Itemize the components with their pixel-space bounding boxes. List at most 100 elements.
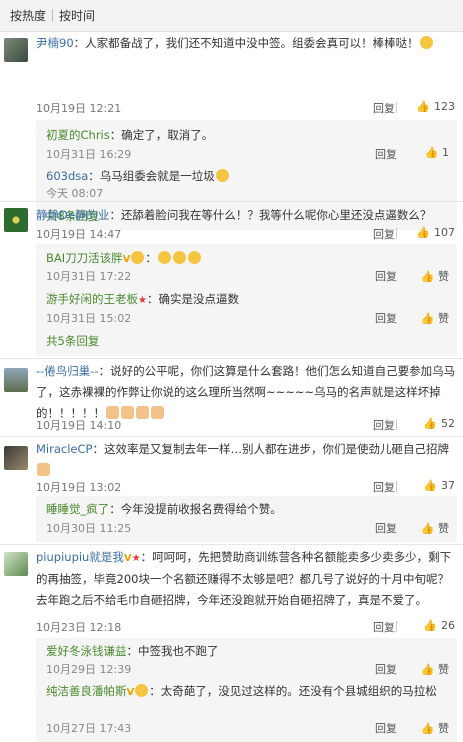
thumb-up-icon: 👍 (423, 479, 437, 492)
comment-username[interactable]: MiracleCP (36, 442, 92, 456)
reply-button[interactable]: 回复 (373, 226, 395, 242)
reply-box: 爱好冬泳钱谦益：中签我也不跑了 10月29日 12:39 回复 👍 赞 纯洁善良… (36, 638, 457, 742)
comment-username[interactable]: 静静De静的业 (36, 208, 109, 222)
emoji-icon (135, 684, 149, 697)
comment-text: ：说好的公平呢，你们这算是什么套路！他们怎么知道自己要参加乌马了，这赤裸裸的作弊… (36, 364, 456, 420)
sub-reply-text: ：太奇葩了，没见过这样的。还没有个县城组织的马拉松 (149, 684, 437, 698)
sub-reply: 603dsa：乌马组委会就是一垃圾 (46, 167, 449, 185)
comment-username[interactable]: 尹楠90 (36, 36, 74, 50)
sub-like-label: 赞 (438, 312, 449, 325)
divider (0, 544, 463, 545)
avatar[interactable] (4, 552, 28, 576)
sub-like-label: 赞 (438, 663, 449, 676)
v-badge-icon: V (122, 254, 131, 265)
tab-by-hot[interactable]: 按热度 (4, 7, 52, 24)
sub-like-label: 赞 (438, 522, 449, 535)
thumb-up-icon: 👍 (423, 417, 437, 430)
like-button[interactable]: 👍 52 (399, 417, 455, 430)
sub-reply-time: 10月31日 16:29 (46, 148, 132, 161)
sub-like-button[interactable]: 👍 赞 (421, 661, 449, 677)
sub-reply-text: ：确定了，取消了。 (109, 128, 214, 142)
avatar[interactable] (4, 38, 28, 62)
reply-button[interactable]: 回复 (373, 100, 395, 116)
like-button[interactable]: 👍 26 (399, 619, 455, 632)
sub-reply-username[interactable]: 睡睡觉_疯了 (46, 502, 109, 516)
sub-reply-time: 10月30日 11:25 (46, 522, 132, 535)
sub-reply-button[interactable]: 回复 (375, 268, 397, 284)
sub-like-button[interactable]: 👍 1 (425, 146, 449, 159)
like-button[interactable]: 👍 107 (399, 226, 455, 239)
reply-box: BAI刀刀活该胖V ： 10月31日 17:22 回复 👍 赞 游手好闲的王老板★… (36, 244, 457, 356)
sub-like-button[interactable]: 👍 赞 (421, 310, 449, 326)
sub-reply-username[interactable]: 603dsa (46, 169, 88, 183)
divider (0, 358, 463, 359)
sub-like-label: 赞 (438, 722, 449, 735)
sub-reply-text: ：中签我也不跑了 (126, 644, 219, 658)
sub-reply-time: 10月31日 17:22 (46, 270, 132, 283)
sub-reply: 纯洁善良潘帕斯V ：太奇葩了，没见过这样的。还没有个县城组织的马拉松 (46, 682, 449, 702)
more-replies-link[interactable]: 共5条回复 (46, 333, 99, 349)
comment-time: 10月19日 14:10 (36, 419, 122, 432)
sub-reply-button[interactable]: 回复 (375, 310, 397, 326)
comment-username[interactable]: --倦鸟归巢-- (36, 364, 99, 378)
divider (396, 481, 397, 492)
sub-reply-time: 今天 08:07 (46, 187, 104, 200)
like-count: 123 (434, 100, 455, 113)
divider (396, 228, 397, 239)
sub-reply-button[interactable]: 回复 (375, 720, 397, 736)
sub-reply-button[interactable]: 回复 (375, 661, 397, 677)
thumb-up-icon: 👍 (416, 226, 430, 239)
sub-reply-text: ： (145, 251, 157, 265)
avatar[interactable] (4, 368, 28, 392)
sub-like-count: 1 (442, 146, 449, 159)
sub-reply-button[interactable]: 回复 (375, 520, 397, 536)
sub-reply-time: 10月29日 12:39 (46, 663, 132, 676)
avatar[interactable] (4, 208, 28, 232)
thumb-up-icon: 👍 (423, 619, 437, 632)
thumb-up-icon: 👍 (416, 100, 430, 113)
sub-reply: BAI刀刀活该胖V ： (46, 249, 449, 269)
sub-reply-text: ：确实是没点逼数 (146, 292, 239, 306)
like-button[interactable]: 👍 37 (399, 479, 455, 492)
tab-by-time[interactable]: 按时间 (53, 7, 101, 24)
comment-username[interactable]: piupiupiu就是我 (36, 550, 124, 564)
sub-reply-text: ：乌马组委会就是一垃圾 (88, 169, 215, 183)
sub-reply-username[interactable]: 初夏的Chris (46, 128, 110, 142)
emoji-icon (157, 251, 171, 264)
thumbs-down-emoji-icon (136, 406, 149, 419)
comment-time: 10月19日 14:47 (36, 228, 122, 241)
sub-like-button[interactable]: 👍 赞 (421, 268, 449, 284)
sub-reply-username[interactable]: BAI刀刀活该胖 (46, 251, 123, 265)
sub-reply-username[interactable]: 纯洁善良潘帕斯 (46, 684, 127, 698)
reply-button[interactable]: 回复 (373, 479, 395, 495)
comment-time: 10月19日 13:02 (36, 481, 122, 494)
sub-reply: 爱好冬泳钱谦益：中签我也不跑了 (46, 642, 449, 660)
reply-button[interactable]: 回复 (373, 417, 395, 433)
emoji-icon (215, 169, 229, 182)
sub-reply: 初夏的Chris：确定了，取消了。 (46, 126, 449, 144)
v-badge-icon: V (126, 687, 135, 698)
reply-box: 睡睡觉_疯了：今年没提前收报名费得给个赞。 10月30日 11:25 回复 👍 … (36, 496, 457, 542)
like-count: 26 (441, 619, 455, 632)
emoji-icon (131, 251, 145, 264)
sub-like-button[interactable]: 👍 赞 (421, 520, 449, 536)
sub-reply-time: 10月31日 15:02 (46, 312, 132, 325)
v-badge-icon: V (123, 553, 132, 564)
like-button[interactable]: 👍 123 (399, 100, 455, 113)
sub-reply-username[interactable]: 爱好冬泳钱谦益 (46, 644, 127, 658)
like-count: 107 (434, 226, 455, 239)
reply-button[interactable]: 回复 (373, 619, 395, 635)
sub-like-button[interactable]: 👍 赞 (421, 720, 449, 736)
emoji-icon (187, 251, 201, 264)
like-count: 52 (441, 417, 455, 430)
emoji-icon (419, 36, 433, 49)
divider (396, 621, 397, 632)
thumbs-down-emoji-icon (151, 406, 164, 419)
avatar[interactable] (4, 446, 28, 470)
star-badge-icon: ★ (131, 553, 141, 564)
sub-reply-text: ：今年没提前收报名费得给个赞。 (109, 502, 282, 516)
divider (0, 201, 463, 202)
sub-reply-username[interactable]: 游手好闲的王老板 (46, 292, 138, 306)
sub-reply-button[interactable]: 回复 (375, 146, 397, 162)
emoji-icon (172, 251, 186, 264)
